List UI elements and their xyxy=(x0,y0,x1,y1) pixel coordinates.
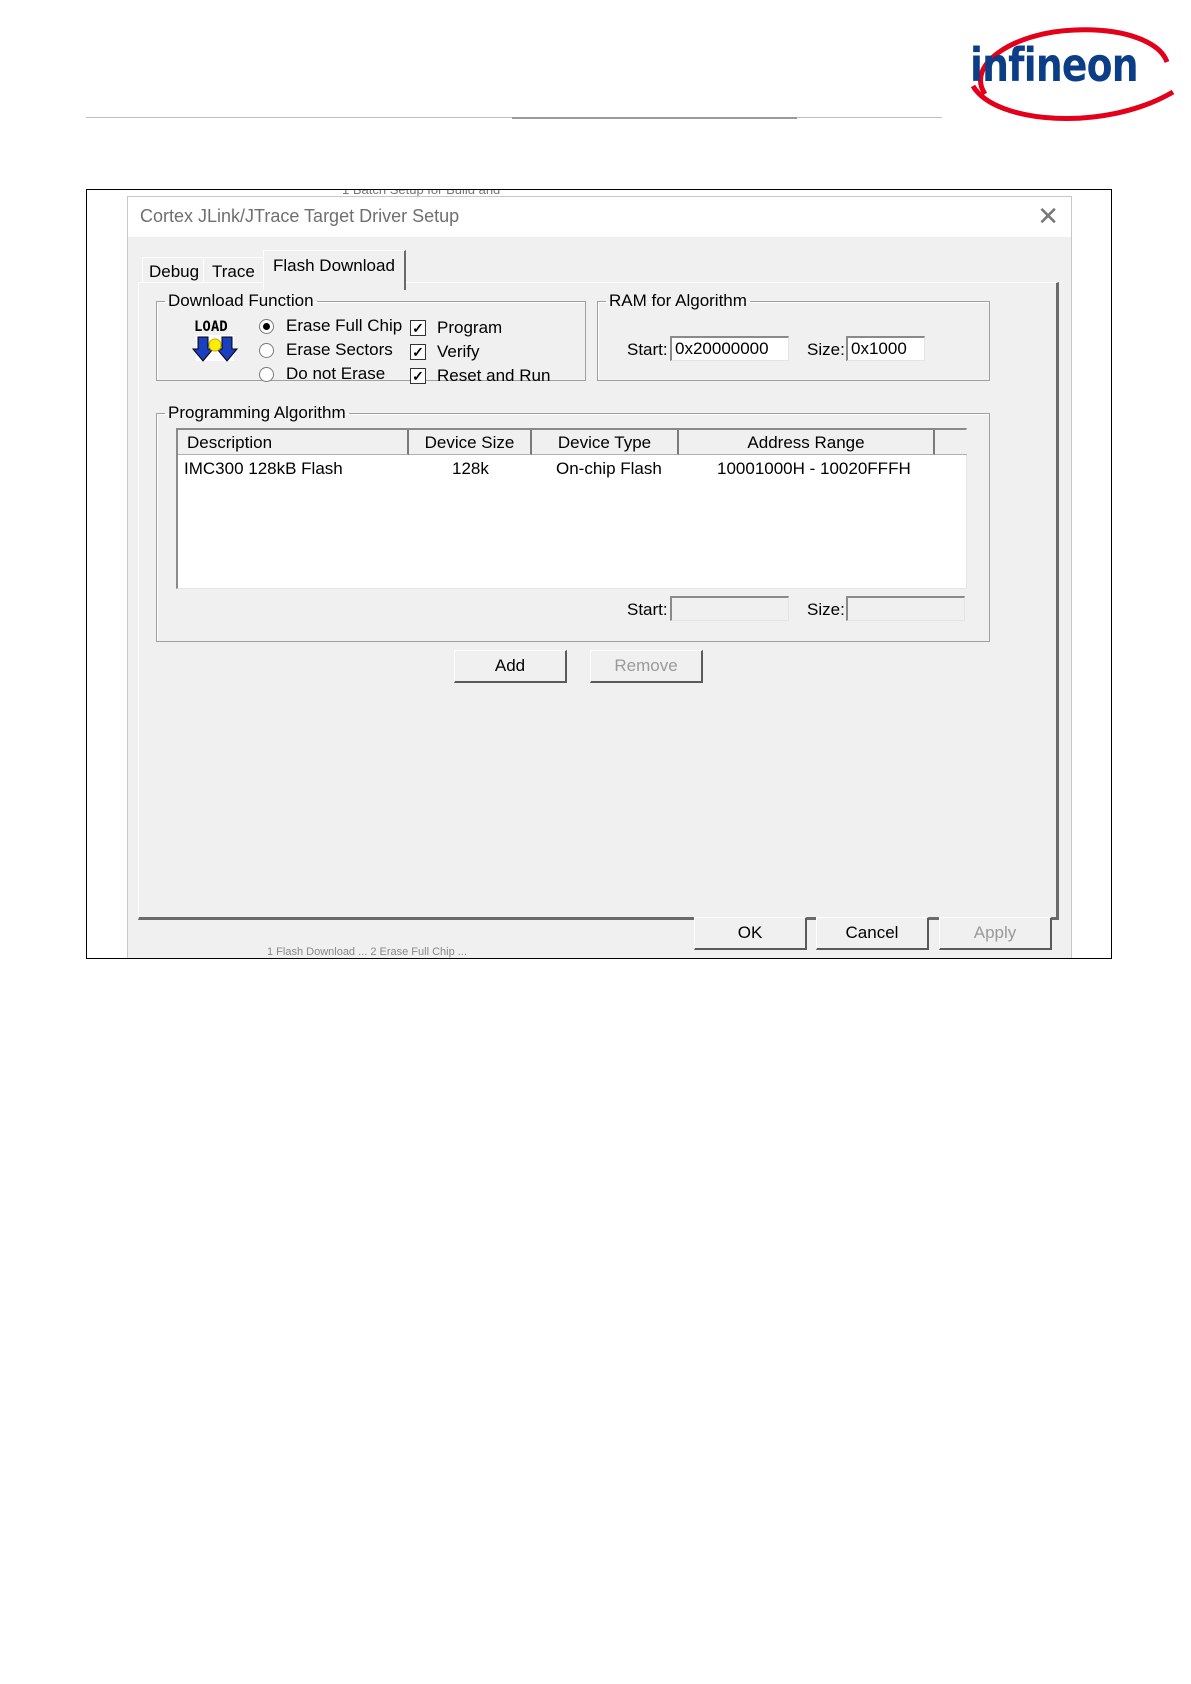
ram-start-input[interactable] xyxy=(670,336,789,361)
reset-and-run-checkbox[interactable]: ✓ Reset and Run xyxy=(410,366,550,386)
program-checkbox[interactable]: ✓ Program xyxy=(410,318,502,338)
column-header-filler xyxy=(935,430,967,455)
add-button[interactable]: Add xyxy=(454,650,567,683)
dialog-titlebar[interactable]: Cortex JLink/JTrace Target Driver Setup … xyxy=(128,197,1071,237)
algorithm-start-input[interactable] xyxy=(670,596,789,621)
reset-and-run-label: Reset and Run xyxy=(437,366,551,385)
infineon-logo: infineon xyxy=(955,24,1175,124)
checkmark-icon: ✓ xyxy=(410,344,426,360)
verify-label: Verify xyxy=(437,342,480,361)
column-header-device-type[interactable]: Device Type xyxy=(532,430,679,455)
table-cell-device-type[interactable]: On-chip Flash xyxy=(556,459,662,479)
algorithm-list[interactable]: Description Device Size Device Type Addr… xyxy=(176,428,967,589)
column-header-device-size[interactable]: Device Size xyxy=(409,430,532,455)
tab-flash-download[interactable]: Flash Download xyxy=(263,250,406,290)
flash-download-panel: Download Function LOAD Erase Full Chip E… xyxy=(138,282,1059,920)
ok-button[interactable]: OK xyxy=(694,917,807,950)
load-icon: LOAD xyxy=(192,319,238,362)
ram-for-algorithm-group: RAM for Algorithm xyxy=(597,291,990,381)
screenshot-figure: 1 Batch Setup for Build and Cortex JLink… xyxy=(86,189,1112,959)
verify-checkbox[interactable]: ✓ Verify xyxy=(410,342,480,362)
dialog-title: Cortex JLink/JTrace Target Driver Setup xyxy=(140,206,460,226)
algorithm-start-label: Start: xyxy=(627,600,668,619)
target-driver-setup-dialog: Cortex JLink/JTrace Target Driver Setup … xyxy=(127,196,1072,958)
apply-button[interactable]: Apply xyxy=(939,917,1052,950)
erase-full-chip-label: Erase Full Chip xyxy=(286,316,403,335)
radio-unselected-icon xyxy=(259,342,274,358)
programming-algorithm-legend: Programming Algorithm xyxy=(168,403,346,422)
close-icon[interactable]: ✕ xyxy=(1037,201,1059,232)
erase-sectors-radio[interactable]: Erase Sectors xyxy=(259,340,393,360)
ram-size-input[interactable] xyxy=(846,336,925,361)
radio-unselected-icon xyxy=(259,366,274,382)
checkmark-icon: ✓ xyxy=(410,320,426,336)
radio-selected-icon xyxy=(259,318,274,334)
download-function-legend: Download Function xyxy=(168,291,314,310)
logo-wordmark: infineon xyxy=(970,38,1139,92)
do-not-erase-label: Do not Erase xyxy=(286,364,386,383)
column-header-description[interactable]: Description xyxy=(178,430,409,455)
table-cell-device-size[interactable]: 128k xyxy=(452,459,489,479)
algorithm-size-label: Size: xyxy=(807,600,845,619)
table-cell-address-range[interactable]: 10001000H - 10020FFFH xyxy=(717,459,911,479)
do-not-erase-radio[interactable]: Do not Erase xyxy=(259,364,385,384)
ram-for-algorithm-legend: RAM for Algorithm xyxy=(609,291,747,310)
column-header-address-range[interactable]: Address Range xyxy=(679,430,935,455)
checkmark-icon: ✓ xyxy=(410,368,426,384)
background-window-text-bottom: 1 Flash Download ... 2 Erase Full Chip .… xyxy=(267,946,467,958)
ram-start-label: Start: xyxy=(627,340,668,359)
algorithm-size-input[interactable] xyxy=(846,596,965,621)
erase-sectors-label: Erase Sectors xyxy=(286,340,393,359)
cancel-button[interactable]: Cancel xyxy=(816,917,929,950)
header-divider-accent xyxy=(512,117,797,119)
table-cell-description[interactable]: IMC300 128kB Flash xyxy=(184,459,343,479)
erase-full-chip-radio[interactable]: Erase Full Chip xyxy=(259,316,402,336)
remove-button[interactable]: Remove xyxy=(590,650,703,683)
program-label: Program xyxy=(437,318,503,337)
ram-size-label: Size: xyxy=(807,340,845,359)
svg-text:LOAD: LOAD xyxy=(194,319,228,335)
